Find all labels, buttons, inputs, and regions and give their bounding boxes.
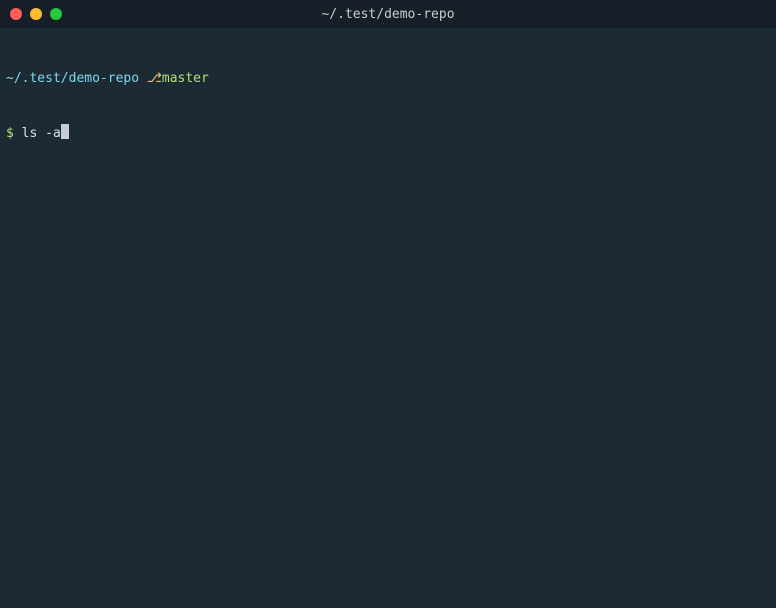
traffic-lights xyxy=(10,8,62,20)
command-input-text[interactable]: ls -a xyxy=(22,126,61,141)
prompt-cwd: ~/.test/demo-repo xyxy=(6,71,139,86)
prompt-line-1: ~/.test/demo-repo ⎇master xyxy=(6,70,770,88)
minimize-icon[interactable] xyxy=(30,8,42,20)
prompt-symbol: $ xyxy=(6,126,14,141)
prompt-branch: master xyxy=(162,71,209,86)
branch-icon: ⎇ xyxy=(147,71,162,86)
cursor-icon xyxy=(61,124,69,139)
titlebar: ~/.test/demo-repo xyxy=(0,0,776,28)
prompt-line-2: $ ls -a xyxy=(6,124,770,143)
close-icon[interactable] xyxy=(10,8,22,20)
prompt-separator xyxy=(139,71,147,86)
maximize-icon[interactable] xyxy=(50,8,62,20)
prompt-space xyxy=(14,126,22,141)
terminal-body[interactable]: ~/.test/demo-repo ⎇master $ ls -a xyxy=(0,28,776,167)
window-title: ~/.test/demo-repo xyxy=(0,7,776,22)
